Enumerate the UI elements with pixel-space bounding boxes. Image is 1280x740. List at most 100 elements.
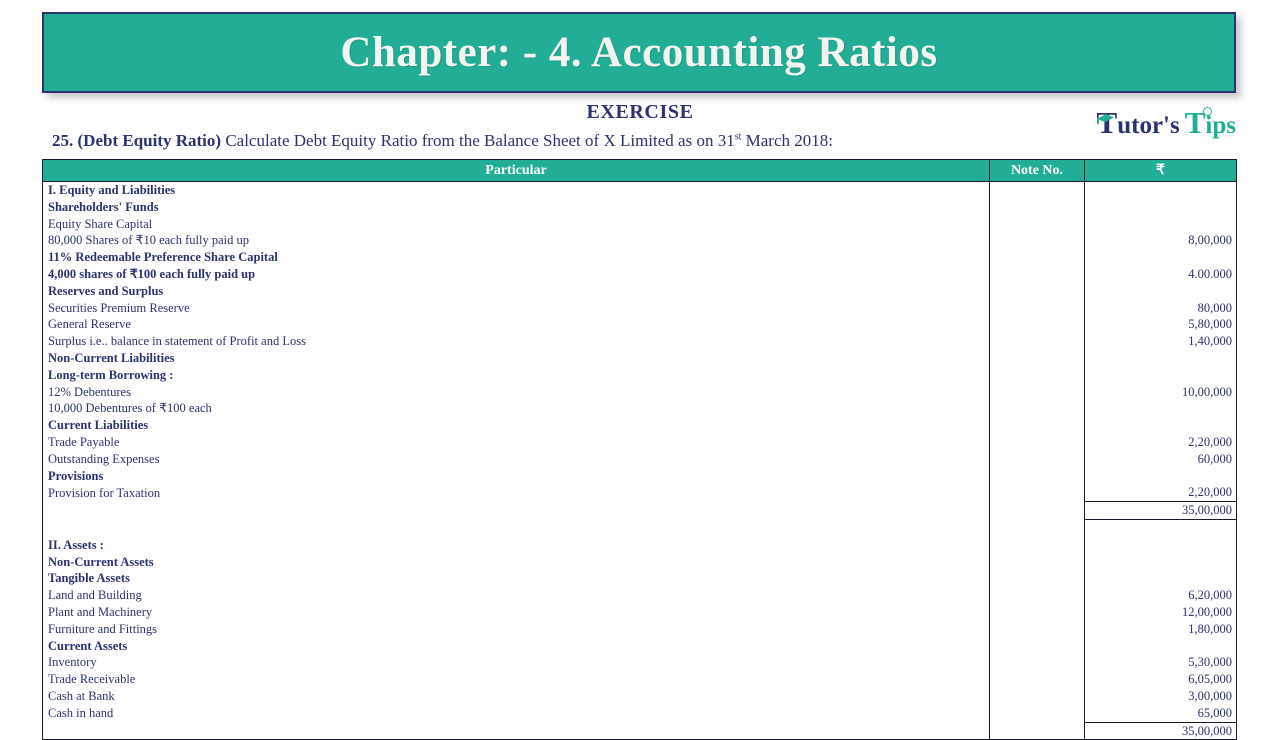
row-particular: Provision for Taxation — [42, 484, 990, 502]
table-row: 35,00,000 — [42, 721, 1237, 740]
row-particular: Outstanding Expenses — [42, 450, 990, 468]
row-particular: Furniture and Fittings — [42, 620, 990, 638]
table-header-row: Particular Note No. ₹ — [42, 159, 1237, 182]
row-note-no — [989, 249, 1085, 266]
row-total-amount: 35,00,000 — [1084, 501, 1237, 520]
row-particular: Non-Current Assets — [42, 553, 990, 571]
row-particular: Long-term Borrowing : — [42, 366, 990, 384]
question-topic: (Debt Equity Ratio) — [77, 131, 222, 150]
table-row: Cash at Bank 3,00,000 — [42, 687, 1237, 705]
row-amount — [1084, 467, 1237, 485]
table-row: Reserves and Surplus — [42, 282, 1237, 300]
question-text-tail: March 2018: — [741, 131, 833, 150]
row-amount — [1084, 417, 1237, 434]
row-amount: 8,00,000 — [1084, 232, 1237, 250]
table-row: Non-Current Liabilities — [42, 349, 1237, 367]
row-total-amount: 35,00,000 — [1084, 721, 1237, 740]
table-row: General Reserve 5,80,000 — [42, 316, 1237, 334]
row-amount: 2,20,000 — [1084, 484, 1237, 502]
row-amount: 2,20,000 — [1084, 433, 1237, 451]
column-header-particular: Particular — [42, 159, 990, 182]
row-amount: 80,000 — [1084, 299, 1237, 317]
row-particular — [42, 722, 990, 740]
row-amount — [1084, 553, 1237, 571]
row-amount: 65,000 — [1084, 704, 1237, 722]
row-particular: Plant and Machinery — [42, 603, 990, 621]
row-note-no — [989, 366, 1085, 384]
row-note-no — [989, 570, 1085, 588]
row-particular: 10,000 Debentures of ₹100 each — [42, 400, 990, 418]
row-particular — [42, 519, 990, 537]
row-note-no — [989, 637, 1085, 655]
table-row: Cash in hand 65,000 — [42, 704, 1237, 722]
row-amount: 10,00,000 — [1084, 383, 1237, 401]
row-amount: 4.00.000 — [1084, 265, 1237, 283]
row-note-no — [989, 349, 1085, 367]
row-particular: Provisions — [42, 467, 990, 485]
row-particular: Trade Receivable — [42, 671, 990, 688]
row-amount — [1084, 181, 1237, 199]
table-row: Surplus i.e.. balance in statement of Pr… — [42, 333, 1237, 350]
logo-letter-t2-glyph: T — [1184, 105, 1206, 140]
table-row: Provision for Taxation 2,20,000 — [42, 484, 1237, 502]
row-particular: General Reserve — [42, 316, 990, 334]
row-amount — [1084, 198, 1237, 216]
row-particular: Inventory — [42, 654, 990, 672]
row-particular: Land and Building — [42, 587, 990, 604]
row-amount — [1084, 249, 1237, 266]
row-note-no — [989, 282, 1085, 300]
balance-sheet-table: Particular Note No. ₹ I. Equity and Liab… — [42, 159, 1237, 740]
row-note-no — [989, 400, 1085, 418]
row-amount: 1,80,000 — [1084, 620, 1237, 638]
row-particular: 12% Debentures — [42, 383, 990, 401]
logo-letter-t2: T — [1184, 105, 1213, 141]
column-header-note-no: Note No. — [989, 159, 1085, 182]
tutors-tips-logo[interactable]: T utor's T ips — [1096, 105, 1236, 141]
table-row: Current Liabilities — [42, 417, 1237, 434]
row-amount — [1084, 282, 1237, 300]
row-note-no — [989, 536, 1085, 554]
table-row: Non-Current Assets — [42, 553, 1237, 571]
row-note-no — [989, 450, 1085, 468]
table-body: I. Equity and Liabilities Shareholders' F… — [42, 181, 1237, 740]
row-particular: Cash in hand — [42, 704, 990, 722]
row-amount — [1084, 637, 1237, 655]
table-row: Inventory 5,30,000 — [42, 654, 1237, 672]
row-note-no — [989, 501, 1085, 520]
row-note-no — [989, 620, 1085, 638]
row-particular — [42, 501, 990, 520]
question-number: 25. — [52, 131, 74, 150]
row-note-no — [989, 333, 1085, 350]
row-amount: 5,30,000 — [1084, 654, 1237, 672]
logo-word-tips: ips — [1205, 112, 1236, 139]
row-note-no — [989, 232, 1085, 250]
row-note-no — [989, 433, 1085, 451]
row-particular: 80,000 Shares of ₹10 each fully paid up — [42, 232, 990, 250]
row-note-no — [989, 687, 1085, 705]
row-note-no — [989, 704, 1085, 722]
column-header-amount: ₹ — [1084, 159, 1237, 182]
table-row: Land and Building 6,20,000 — [42, 587, 1237, 604]
table-row: Furniture and Fittings 1,80,000 — [42, 620, 1237, 638]
table-row: Tangible Assets — [42, 570, 1237, 588]
row-amount — [1084, 215, 1237, 233]
row-particular: Current Liabilities — [42, 417, 990, 434]
row-note-no — [989, 519, 1085, 537]
row-amount — [1084, 536, 1237, 554]
row-particular: Surplus i.e.. balance in statement of Pr… — [42, 333, 990, 350]
table-row: Trade Payable 2,20,000 — [42, 433, 1237, 451]
row-particular: II. Assets : — [42, 536, 990, 554]
row-amount: 6,05,000 — [1084, 671, 1237, 688]
table-row: 4,000 shares of ₹100 each fully paid up 4… — [42, 265, 1237, 283]
table-row: Shareholders' Funds — [42, 198, 1237, 216]
table-row: I. Equity and Liabilities — [42, 181, 1237, 199]
row-note-no — [989, 553, 1085, 571]
table-row — [42, 519, 1237, 537]
logo-word-tutors: utor's — [1117, 112, 1180, 139]
table-row: II. Assets : — [42, 536, 1237, 554]
row-particular: Shareholders' Funds — [42, 198, 990, 216]
row-note-no — [989, 484, 1085, 502]
row-note-no — [989, 265, 1085, 283]
row-note-no — [989, 654, 1085, 672]
row-amount — [1084, 400, 1237, 418]
